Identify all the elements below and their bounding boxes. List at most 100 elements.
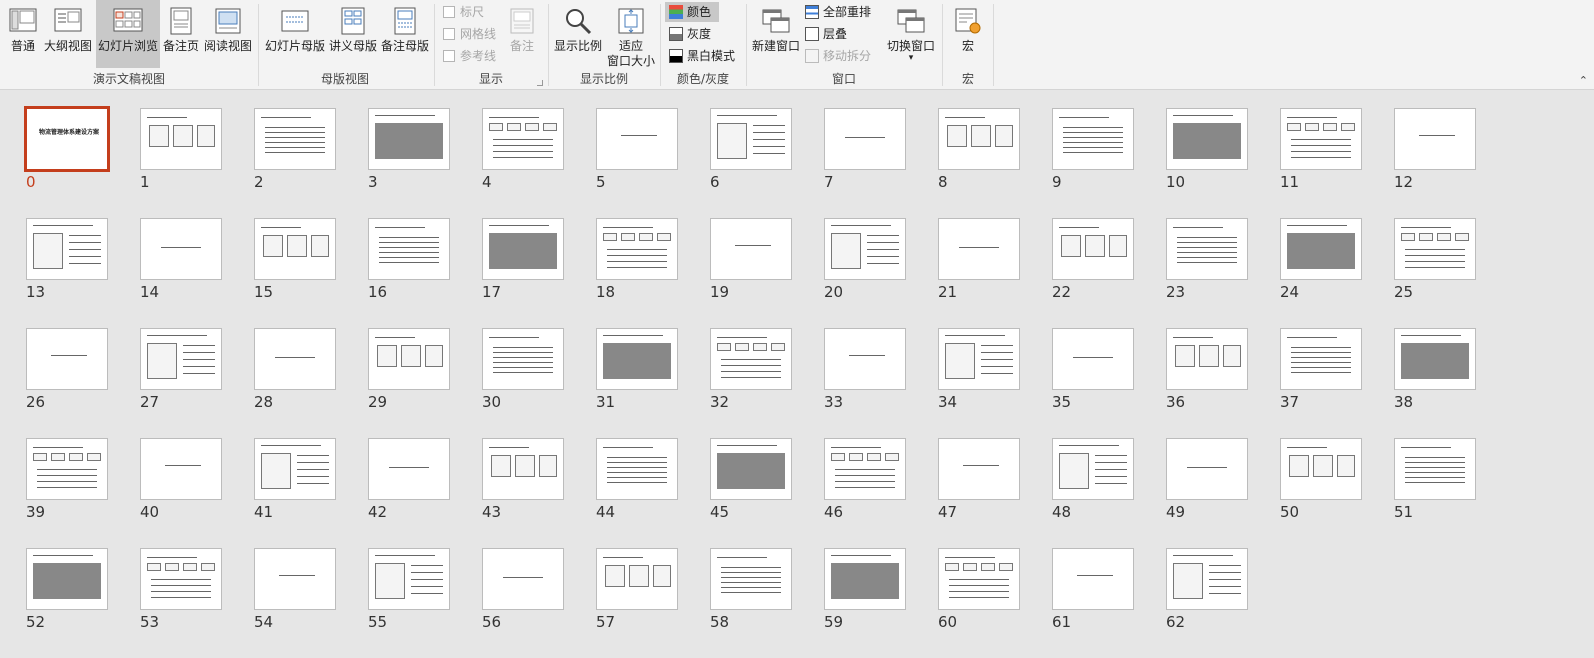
slide-preview[interactable] bbox=[140, 438, 222, 500]
slide-thumbnail[interactable]: 4 bbox=[482, 108, 596, 218]
slide-thumbnail[interactable]: 26 bbox=[26, 328, 140, 438]
slide-preview[interactable] bbox=[254, 438, 336, 500]
slide-preview[interactable] bbox=[254, 218, 336, 280]
slide-thumbnail[interactable]: 42 bbox=[368, 438, 482, 548]
normal-view-button[interactable]: 普通 bbox=[4, 0, 42, 54]
slide-thumbnail[interactable]: 46 bbox=[824, 438, 938, 548]
slide-thumbnail[interactable]: 60 bbox=[938, 548, 1052, 658]
slide-thumbnail[interactable]: 47 bbox=[938, 438, 1052, 548]
slide-thumbnail[interactable]: 51 bbox=[1394, 438, 1508, 548]
slide-preview[interactable] bbox=[482, 108, 564, 170]
slide-preview[interactable] bbox=[1394, 438, 1476, 500]
slide-preview[interactable] bbox=[26, 548, 108, 610]
slide-thumbnail[interactable]: 58 bbox=[710, 548, 824, 658]
slide-preview[interactable] bbox=[938, 328, 1020, 390]
slide-thumbnail[interactable]: 36 bbox=[1166, 328, 1280, 438]
ruler-checkbox[interactable]: 标尺 bbox=[443, 2, 484, 22]
notes-page-button[interactable]: 备注页 bbox=[160, 0, 202, 54]
slide-preview[interactable] bbox=[824, 218, 906, 280]
slide-preview[interactable] bbox=[368, 218, 450, 280]
notes-master-button[interactable]: 备注母版 bbox=[379, 0, 431, 54]
slide-thumbnail[interactable]: 33 bbox=[824, 328, 938, 438]
notes-button[interactable]: 备注 bbox=[503, 0, 541, 54]
color-button[interactable]: 颜色 bbox=[665, 2, 719, 22]
outline-view-button[interactable]: 大纲视图 bbox=[42, 0, 94, 54]
slide-thumbnail[interactable]: 31 bbox=[596, 328, 710, 438]
grayscale-button[interactable]: 灰度 bbox=[669, 24, 711, 44]
slide-preview[interactable] bbox=[140, 328, 222, 390]
slide-preview[interactable]: 物流管理体系建设方案 bbox=[24, 106, 110, 172]
slide-sorter-button[interactable]: 幻灯片浏览 bbox=[96, 0, 160, 68]
slide-thumbnail[interactable]: 29 bbox=[368, 328, 482, 438]
slide-preview[interactable] bbox=[596, 438, 678, 500]
slide-preview[interactable] bbox=[26, 328, 108, 390]
slide-thumbnail[interactable]: 20 bbox=[824, 218, 938, 328]
slide-preview[interactable] bbox=[1166, 328, 1248, 390]
handout-master-button[interactable]: 讲义母版 bbox=[327, 0, 379, 54]
black-white-button[interactable]: 黑白模式 bbox=[669, 46, 735, 66]
slide-preview[interactable] bbox=[1280, 108, 1362, 170]
slide-preview[interactable] bbox=[710, 438, 792, 500]
slide-thumbnail[interactable]: 32 bbox=[710, 328, 824, 438]
slide-preview[interactable] bbox=[368, 438, 450, 500]
slide-thumbnail[interactable]: 39 bbox=[26, 438, 140, 548]
slide-thumbnail[interactable]: 17 bbox=[482, 218, 596, 328]
slide-thumbnail[interactable]: 13 bbox=[26, 218, 140, 328]
slide-preview[interactable] bbox=[1052, 328, 1134, 390]
slide-preview[interactable] bbox=[1052, 108, 1134, 170]
slide-preview[interactable] bbox=[824, 438, 906, 500]
slide-thumbnail[interactable]: 24 bbox=[1280, 218, 1394, 328]
gridlines-checkbox[interactable]: 网格线 bbox=[443, 24, 496, 44]
slide-thumbnail[interactable]: 54 bbox=[254, 548, 368, 658]
slide-thumbnail[interactable]: 50 bbox=[1280, 438, 1394, 548]
slide-preview[interactable] bbox=[824, 328, 906, 390]
slide-thumbnail[interactable]: 28 bbox=[254, 328, 368, 438]
slide-thumbnail[interactable]: 7 bbox=[824, 108, 938, 218]
slide-thumbnail[interactable]: 53 bbox=[140, 548, 254, 658]
slide-thumbnail[interactable]: 8 bbox=[938, 108, 1052, 218]
slide-preview[interactable] bbox=[1052, 218, 1134, 280]
slide-thumbnail[interactable]: 9 bbox=[1052, 108, 1166, 218]
slide-preview[interactable] bbox=[710, 108, 792, 170]
slide-thumbnail[interactable]: 22 bbox=[1052, 218, 1166, 328]
slide-preview[interactable] bbox=[1280, 328, 1362, 390]
slide-thumbnail[interactable]: 49 bbox=[1166, 438, 1280, 548]
slide-thumbnail[interactable]: 16 bbox=[368, 218, 482, 328]
arrange-all-button[interactable]: 全部重排 bbox=[805, 2, 871, 22]
slide-preview[interactable] bbox=[482, 438, 564, 500]
slide-preview[interactable] bbox=[368, 108, 450, 170]
slide-thumbnail[interactable]: 45 bbox=[710, 438, 824, 548]
slide-preview[interactable] bbox=[710, 328, 792, 390]
slide-thumbnail[interactable]: 59 bbox=[824, 548, 938, 658]
slide-preview[interactable] bbox=[1280, 438, 1362, 500]
slide-preview[interactable] bbox=[710, 548, 792, 610]
zoom-button[interactable]: 显示比例 bbox=[551, 0, 605, 54]
collapse-ribbon-icon[interactable]: ⌃ bbox=[1579, 74, 1588, 87]
slide-thumbnail[interactable]: 27 bbox=[140, 328, 254, 438]
new-window-button[interactable]: 新建窗口 bbox=[749, 0, 803, 54]
slide-preview[interactable] bbox=[254, 548, 336, 610]
reading-view-button[interactable]: 阅读视图 bbox=[202, 0, 254, 54]
slide-preview[interactable] bbox=[368, 328, 450, 390]
slide-thumbnail[interactable]: 43 bbox=[482, 438, 596, 548]
cascade-button[interactable]: 层叠 bbox=[805, 24, 847, 44]
slide-preview[interactable] bbox=[26, 218, 108, 280]
slide-preview[interactable] bbox=[824, 108, 906, 170]
slide-thumbnail[interactable]: 18 bbox=[596, 218, 710, 328]
slide-preview[interactable] bbox=[140, 108, 222, 170]
slide-preview[interactable] bbox=[938, 548, 1020, 610]
move-split-button[interactable]: 移动拆分 bbox=[805, 46, 871, 66]
slide-preview[interactable] bbox=[482, 548, 564, 610]
slide-thumbnail[interactable]: 30 bbox=[482, 328, 596, 438]
fit-to-window-button[interactable]: 适应 窗口大小 bbox=[605, 0, 657, 69]
slide-thumbnail[interactable]: 10 bbox=[1166, 108, 1280, 218]
slide-preview[interactable] bbox=[1052, 548, 1134, 610]
slide-preview[interactable] bbox=[482, 328, 564, 390]
slide-preview[interactable] bbox=[596, 548, 678, 610]
slide-thumbnail[interactable]: 41 bbox=[254, 438, 368, 548]
macros-button[interactable]: 宏 bbox=[949, 0, 987, 54]
slide-thumbnail[interactable]: 62 bbox=[1166, 548, 1280, 658]
slide-preview[interactable] bbox=[596, 108, 678, 170]
slide-preview[interactable] bbox=[254, 328, 336, 390]
slide-thumbnail[interactable]: 物流管理体系建设方案 0 bbox=[24, 106, 140, 218]
